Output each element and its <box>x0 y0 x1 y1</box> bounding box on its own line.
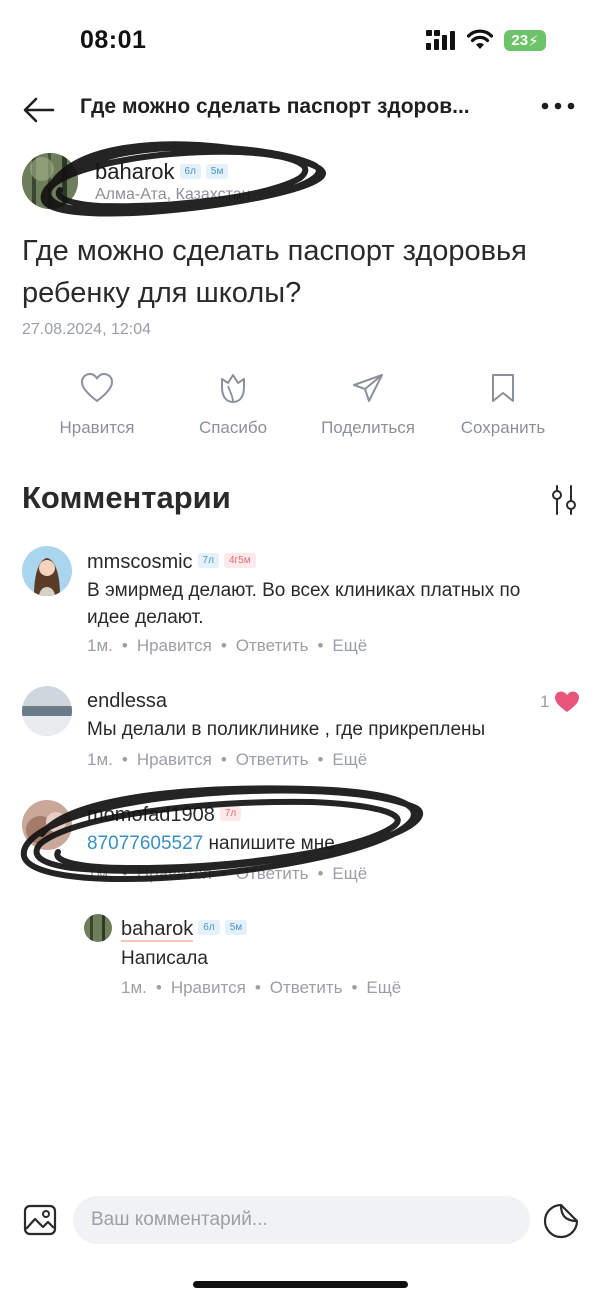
comment-meta: 1м. • Нравится • Ответить • Ещё <box>87 636 368 655</box>
share-button[interactable]: Поделиться <box>303 372 433 438</box>
tulip-icon <box>221 374 245 403</box>
post-actions: Нравится Спасибо Поделиться Сохранить <box>0 372 600 452</box>
status-time: 08:01 <box>80 26 147 54</box>
comment-reply-link[interactable]: Ответить <box>236 750 309 769</box>
comment-like-link[interactable]: Нравится <box>137 750 212 769</box>
comments-heading: Комментарии <box>22 480 231 515</box>
author-avatar[interactable] <box>22 153 78 209</box>
author-badge-child: 5м <box>205 163 229 179</box>
post-date: 27.08.2024, 12:04 <box>22 321 152 338</box>
commenter-name[interactable]: momofad1908 7л <box>87 804 242 827</box>
comment-reply-link[interactable]: Ответить <box>236 864 309 883</box>
commenter-username[interactable]: mmscosmic <box>87 551 193 573</box>
author-badge-age: 6л <box>179 163 201 179</box>
battery-level: 23 <box>511 32 529 49</box>
avatar-photo <box>84 914 112 942</box>
comment-meta: 1м. • Нравится • Ответить • Ещё <box>87 864 368 883</box>
image-attach-icon[interactable] <box>23 1204 57 1236</box>
commenter-name[interactable]: mmscosmic 7л 4г5м <box>87 551 256 574</box>
comment-input[interactable] <box>73 1196 530 1244</box>
commenter-username[interactable]: momofad1908 <box>87 804 215 826</box>
comment-composer <box>0 1196 600 1246</box>
author-location: Алма-Ата, Казахстан <box>95 186 251 203</box>
avatar-photo <box>22 686 72 736</box>
home-indicator[interactable] <box>193 1281 408 1288</box>
badge-child: 4г5м <box>223 553 256 569</box>
thanks-label: Спасибо <box>198 418 268 437</box>
battery-icon: 23 ⚡ <box>504 30 546 51</box>
wifi-icon <box>466 29 494 49</box>
badge-age: 7л <box>197 553 219 569</box>
reply-like-link[interactable]: Нравится <box>171 978 246 997</box>
comment-time: 1м. <box>87 864 113 883</box>
author-name[interactable]: baharok 6л 5м <box>95 159 229 185</box>
reply-text: Написала <box>121 948 208 969</box>
reply-meta: 1м. • Нравится • Ответить • Ещё <box>121 978 402 997</box>
status-bar: 08:01 23 ⚡ <box>0 0 600 80</box>
reply-more-link[interactable]: Ещё <box>366 978 401 997</box>
thanks-button[interactable]: Спасибо <box>168 372 298 438</box>
top-bar: Где можно сделать паспорт здоров... <box>0 88 600 132</box>
back-arrow-icon[interactable] <box>22 94 56 126</box>
like-label: Нравится <box>59 418 135 437</box>
comment-text: 87077605527 напишите мне <box>87 830 567 857</box>
commenter-username[interactable]: endlessa <box>87 690 167 713</box>
commenter-avatar[interactable] <box>22 686 72 736</box>
page-title: Где можно сделать паспорт здоров... <box>80 95 470 118</box>
share-label: Поделиться <box>321 418 415 437</box>
reply-time: 1м. <box>121 978 147 997</box>
heart-filled-icon[interactable] <box>554 690 580 714</box>
more-options-icon[interactable] <box>540 100 576 112</box>
comment-like-link[interactable]: Нравится <box>137 636 212 655</box>
comment-more-link[interactable]: Ещё <box>332 750 367 769</box>
phone-link[interactable]: 87077605527 <box>87 833 203 854</box>
cellular-signal-icon <box>426 30 455 50</box>
comment-text-rest: напишите мне <box>208 833 335 854</box>
save-label: Сохранить <box>460 418 546 437</box>
reply-avatar[interactable] <box>84 914 112 942</box>
badge-age: 7л <box>219 806 242 822</box>
comment-reply-link[interactable]: Ответить <box>236 636 309 655</box>
reply-username[interactable]: baharok <box>121 918 194 942</box>
heart-icon <box>81 373 113 402</box>
like-button[interactable]: Нравится <box>32 372 162 438</box>
save-button[interactable]: Сохранить <box>438 372 568 438</box>
comment-like-count: 1 <box>540 692 550 711</box>
avatar-photo <box>22 546 72 596</box>
sticker-icon[interactable] <box>543 1203 579 1239</box>
avatar-photo <box>22 800 72 850</box>
comment-like-link[interactable]: Нравится <box>137 864 212 883</box>
bookmark-icon <box>492 374 514 402</box>
commenter-avatar[interactable] <box>22 800 72 850</box>
avatar-photo <box>22 153 78 209</box>
comment-text: Мы делали в поликлинике , где прикреплен… <box>87 719 486 740</box>
comment-more-link[interactable]: Ещё <box>332 636 367 655</box>
badge-child: 5м <box>224 920 248 936</box>
commenter-avatar[interactable] <box>22 546 72 596</box>
comment-time: 1м. <box>87 636 113 655</box>
badge-age: 6л <box>198 920 220 936</box>
reply-author[interactable]: baharok 6л 5м <box>121 918 248 942</box>
send-icon <box>353 374 383 402</box>
question-text: Где можно сделать паспорт здоровья ребен… <box>22 235 527 309</box>
comment-time: 1м. <box>87 750 113 769</box>
comment-text: В эмирмед делают. Во всех клиниках платн… <box>87 580 521 628</box>
comment-more-link[interactable]: Ещё <box>332 864 367 883</box>
sort-filter-icon[interactable] <box>548 484 580 516</box>
reply-reply-link[interactable]: Ответить <box>270 978 343 997</box>
author-username[interactable]: baharok <box>95 159 175 184</box>
comment-meta: 1м. • Нравится • Ответить • Ещё <box>87 750 368 769</box>
